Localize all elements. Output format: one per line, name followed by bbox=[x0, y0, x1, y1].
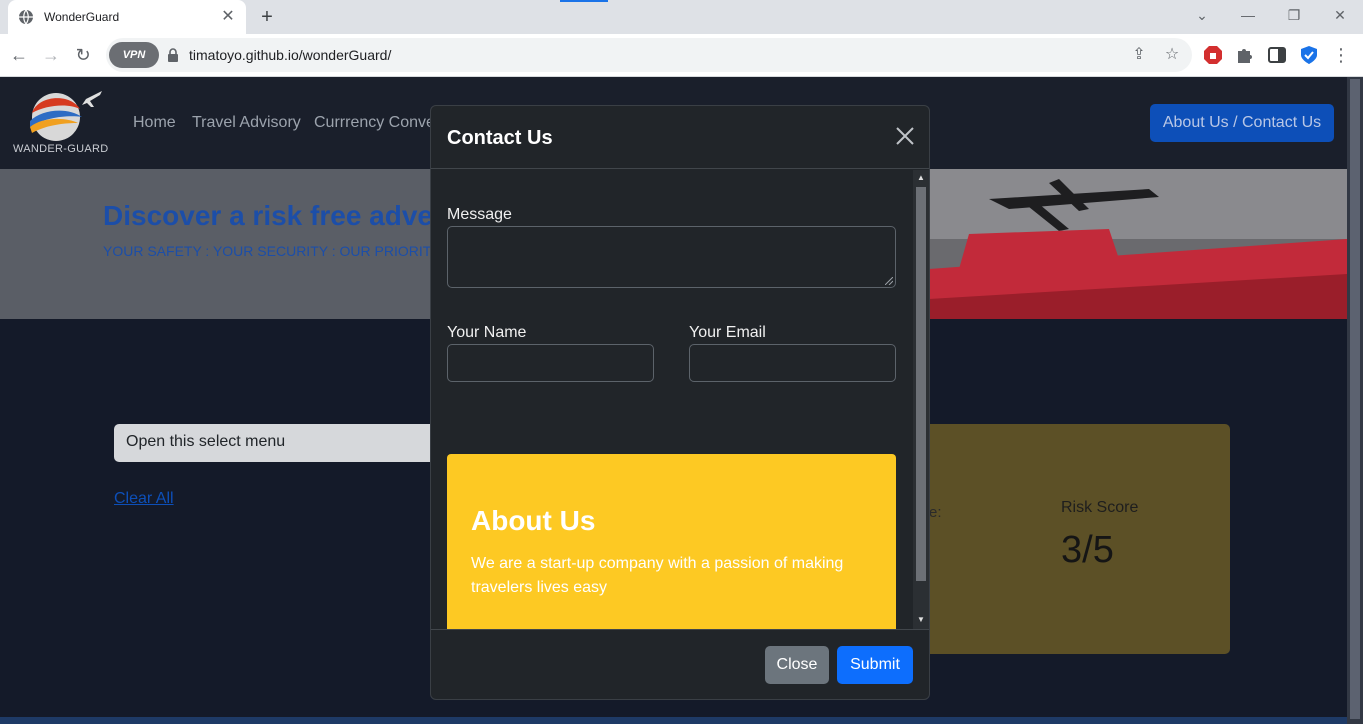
scroll-down-icon[interactable]: ▼ bbox=[917, 616, 925, 624]
scroll-up-icon[interactable]: ▲ bbox=[917, 174, 925, 182]
close-icon[interactable] bbox=[895, 126, 915, 146]
modal-title: Contact Us bbox=[447, 127, 553, 149]
about-contact-button[interactable]: About Us / Contact Us bbox=[1150, 104, 1334, 142]
adblock-extension-icon[interactable] bbox=[1203, 45, 1223, 65]
submit-button[interactable]: Submit bbox=[837, 646, 913, 684]
menu-kebab-icon[interactable]: ⋮ bbox=[1330, 44, 1352, 66]
close-button[interactable]: Close bbox=[765, 646, 829, 684]
vpn-badge[interactable]: VPN bbox=[109, 42, 159, 68]
browser-tabstrip: WonderGuard ✕ + ⌄ — ❐ ✕ bbox=[0, 0, 1363, 34]
logo-text: WANDER-GUARD bbox=[13, 143, 109, 155]
page-scrollbar[interactable] bbox=[1347, 77, 1363, 724]
restore-button[interactable]: ❐ bbox=[1282, 5, 1306, 25]
close-window-button[interactable]: ✕ bbox=[1328, 5, 1352, 25]
name-label: Your Name bbox=[447, 324, 527, 341]
extensions-puzzle-icon[interactable] bbox=[1235, 45, 1255, 65]
modal-footer: Close Submit bbox=[431, 629, 929, 699]
forward-arrow-icon[interactable]: → bbox=[40, 44, 62, 66]
new-tab-button[interactable]: + bbox=[256, 6, 278, 28]
message-textarea[interactable] bbox=[447, 226, 896, 288]
side-panel-icon[interactable] bbox=[1267, 45, 1287, 65]
hero-title: Discover a risk free advent bbox=[103, 200, 460, 231]
tab-title: WonderGuard bbox=[44, 10, 120, 24]
nav-travel-advisory[interactable]: Travel Advisory bbox=[192, 114, 301, 132]
browser-toolbar: ← → ↻ VPN timatoyo.github.io/wonderGuard… bbox=[0, 34, 1363, 77]
url-text: timatoyo.github.io/wonderGuard/ bbox=[189, 47, 392, 63]
nav-currency-converter[interactable]: Currrency Conve bbox=[314, 114, 435, 132]
message-label: Message bbox=[447, 206, 512, 223]
back-arrow-icon[interactable]: ← bbox=[8, 44, 30, 66]
card-partial-label: e: bbox=[929, 504, 942, 521]
globe-icon bbox=[19, 9, 33, 25]
nav-home[interactable]: Home bbox=[133, 114, 176, 132]
contact-modal: Contact Us Message Your Name Your Email … bbox=[430, 105, 930, 700]
risk-score-card: e: Risk Score 3/5 bbox=[929, 424, 1230, 654]
address-bar[interactable]: VPN timatoyo.github.io/wonderGuard/ ⇪ ☆ bbox=[106, 38, 1192, 72]
country-select[interactable]: Open this select menu bbox=[114, 424, 444, 462]
clear-all-link[interactable]: Clear All bbox=[114, 490, 174, 508]
share-icon[interactable]: ⇪ bbox=[1129, 45, 1149, 65]
bookmark-star-icon[interactable]: ☆ bbox=[1162, 45, 1182, 65]
about-us-text: We are a start-up company with a passion… bbox=[471, 555, 844, 596]
modal-scrollbar-thumb[interactable] bbox=[916, 187, 926, 581]
browser-tab[interactable]: WonderGuard ✕ bbox=[8, 0, 246, 34]
email-label: Your Email bbox=[689, 324, 766, 341]
tab-indicator bbox=[560, 0, 608, 2]
name-input[interactable] bbox=[447, 344, 654, 382]
shield-extension-icon[interactable] bbox=[1299, 45, 1319, 65]
minimize-button[interactable]: — bbox=[1236, 5, 1260, 25]
risk-score-label: Risk Score bbox=[1061, 499, 1139, 516]
email-input[interactable] bbox=[689, 344, 896, 382]
tab-search-icon[interactable]: ⌄ bbox=[1190, 5, 1214, 25]
footer-strip bbox=[0, 717, 1347, 724]
hero-subtitle: YOUR SAFETY : YOUR SECURITY : OUR PRIORI… bbox=[103, 243, 432, 259]
risk-score-value: 3/5 bbox=[1061, 529, 1114, 571]
page-scrollbar-thumb[interactable] bbox=[1350, 79, 1360, 719]
about-us-title: About Us bbox=[471, 505, 596, 536]
about-us-card: About Us We are a start-up company with … bbox=[447, 454, 896, 629]
lock-icon bbox=[168, 48, 178, 62]
modal-header: Contact Us bbox=[431, 106, 929, 169]
modal-scrollbar[interactable]: ▲ ▼ bbox=[913, 170, 929, 629]
modal-body: Message Your Name Your Email About Us We… bbox=[431, 170, 929, 629]
reload-icon[interactable]: ↻ bbox=[72, 44, 94, 66]
travel-warning-banner-image bbox=[929, 169, 1347, 319]
tab-close-icon[interactable]: ✕ bbox=[220, 9, 236, 25]
resize-grip-icon[interactable] bbox=[885, 277, 893, 285]
